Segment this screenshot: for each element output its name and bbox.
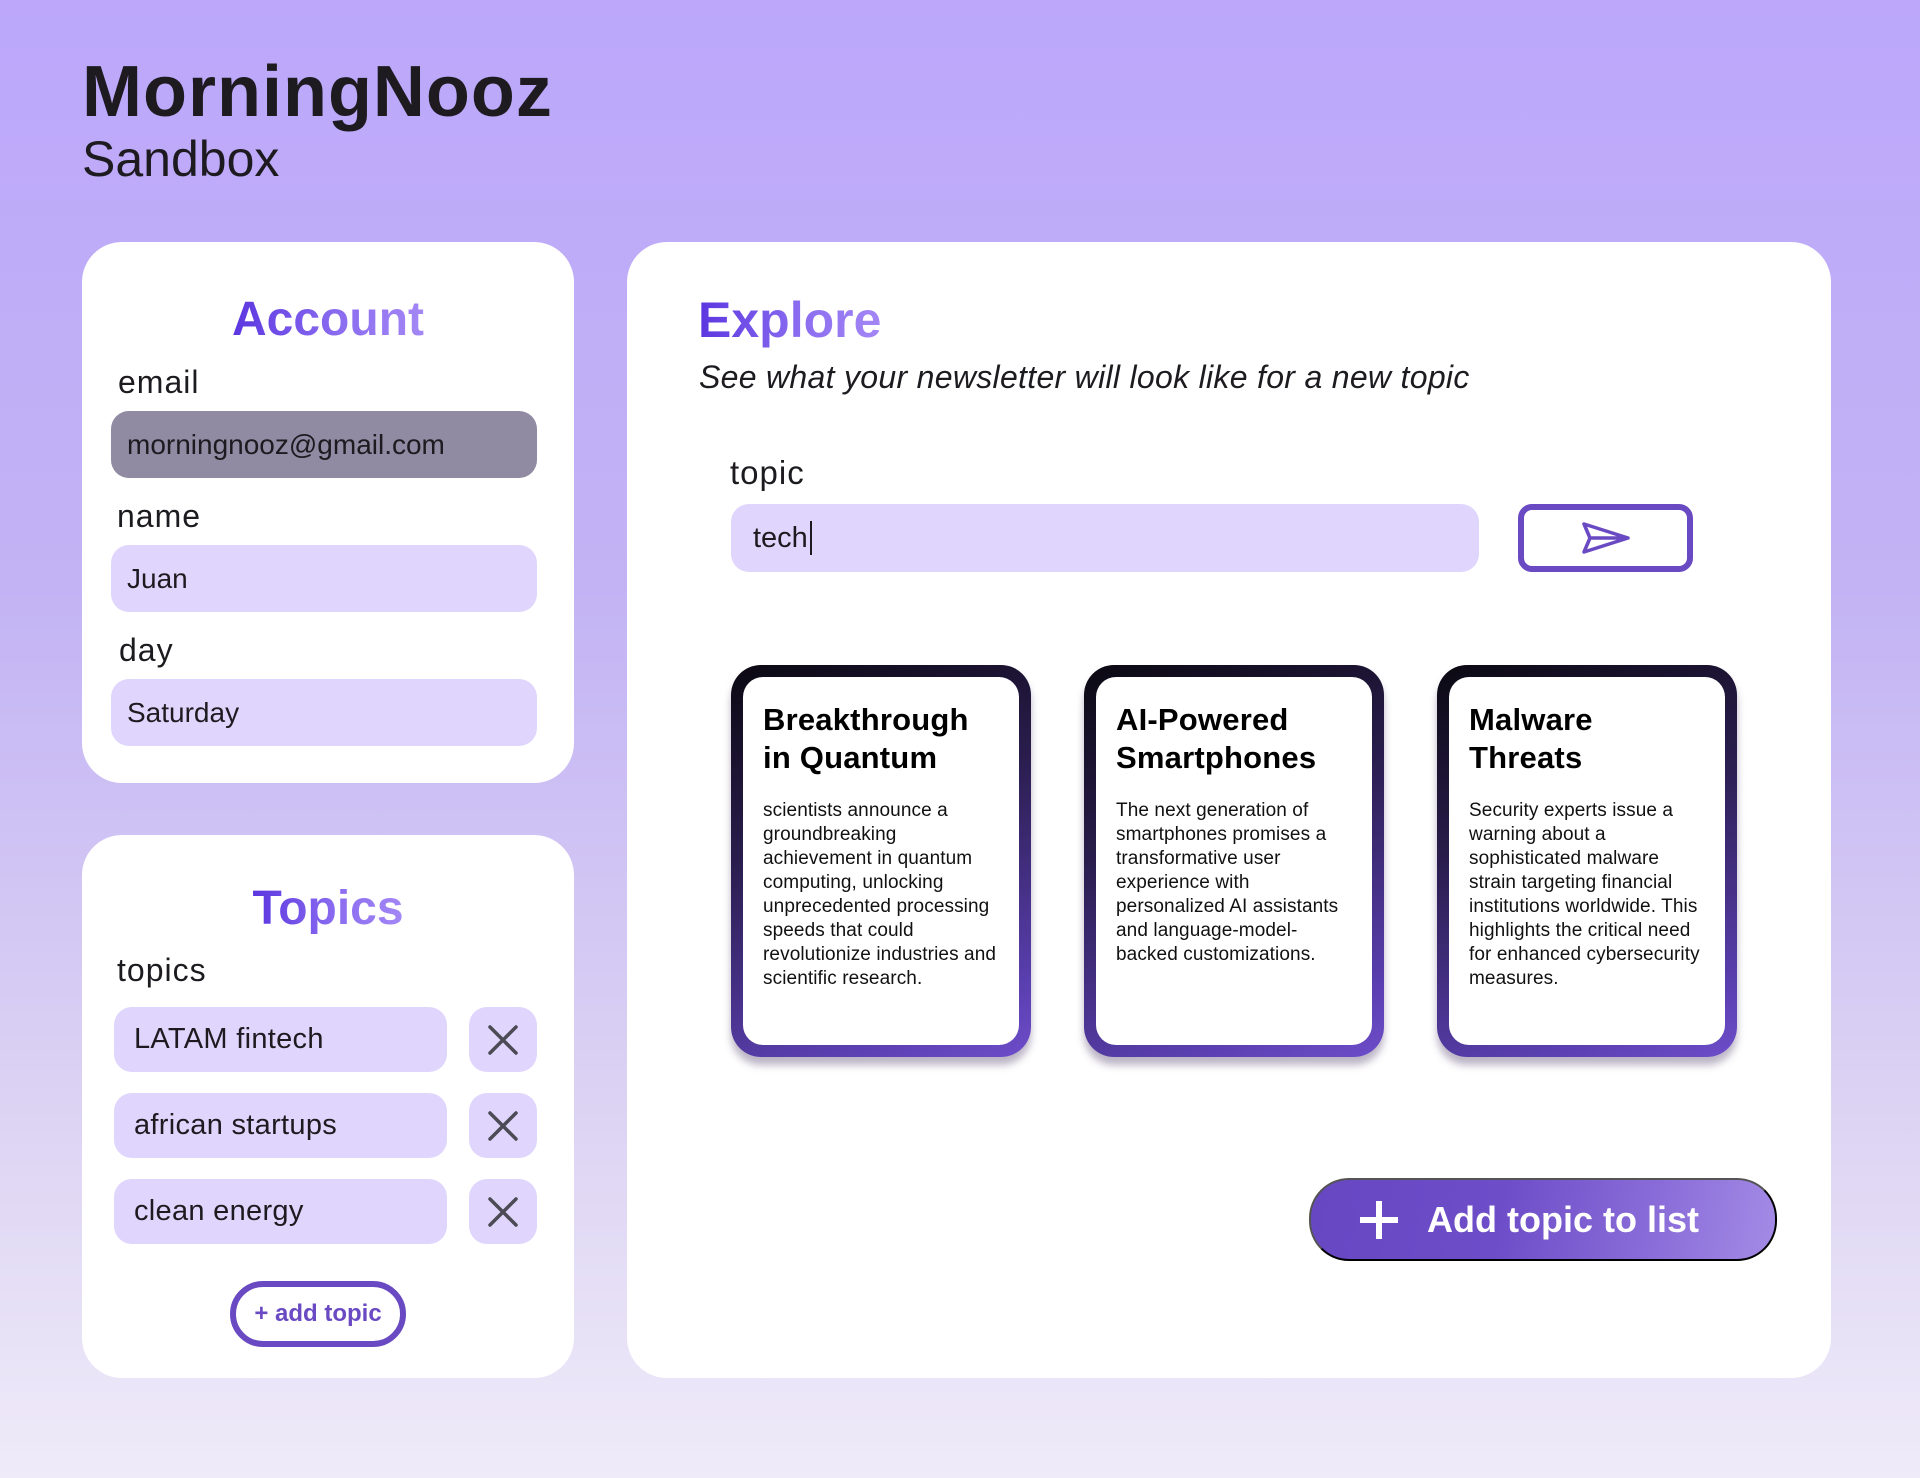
topic-chip[interactable]: LATAM fintech (114, 1007, 447, 1072)
topic-label: topic (730, 454, 805, 491)
news-card-body: Security experts issue a warning about a… (1469, 800, 1700, 989)
remove-topic-button[interactable] (469, 1093, 537, 1158)
add-topic-button[interactable]: + add topic (230, 1281, 406, 1347)
remove-topic-button[interactable] (469, 1007, 537, 1072)
name-label: name (117, 498, 202, 534)
topic-chip[interactable]: african startups (114, 1093, 447, 1158)
explore-card: Explore See what your newsletter will lo… (627, 242, 1831, 1378)
add-topic-to-list-label: Add topic to list (1427, 1198, 1699, 1240)
brand-header: MorningNooz Sandbox (82, 52, 553, 188)
topic-row: LATAM fintech (114, 1007, 537, 1072)
email-label: email (118, 364, 200, 400)
add-topic-to-list-button[interactable]: Add topic to list (1309, 1178, 1777, 1261)
topic-row: african startups (114, 1093, 537, 1158)
explore-title-text: Explore (698, 292, 882, 348)
topics-list-label: topics (117, 952, 207, 988)
news-card-body: scientists announce a groundbreaking ach… (763, 800, 997, 989)
topic-input[interactable]: tech (731, 504, 1479, 572)
news-card-body: The next generation of smartphones promi… (1116, 800, 1339, 965)
topic-chip[interactable]: clean energy (114, 1179, 447, 1244)
news-card[interactable]: Breakthrough in Quantum scientists annou… (731, 665, 1031, 1057)
topic-row: clean energy (114, 1179, 537, 1244)
news-card-content: Malware Threats Security experts issue a… (1449, 677, 1725, 1045)
news-card-title: Breakthrough in Quantum (763, 702, 969, 775)
topics-title: Topics (82, 881, 574, 937)
close-icon (488, 1024, 518, 1055)
account-title-text: Account (232, 293, 424, 346)
topic-input-value: tech (753, 521, 808, 554)
app-title: MorningNooz (82, 52, 553, 132)
topics-title-text: Topics (252, 882, 404, 935)
day-label: day (119, 632, 174, 668)
close-icon (488, 1196, 518, 1227)
email-field: morningnooz@gmail.com (111, 411, 537, 478)
explore-subtitle: See what your newsletter will look like … (699, 359, 1470, 395)
name-field[interactable]: Juan (111, 545, 537, 612)
news-card-title: AI-Powered Smartphones (1116, 702, 1317, 775)
news-card-content: AI-Powered Smartphones The next generati… (1096, 677, 1372, 1045)
plus-icon (1357, 1198, 1401, 1242)
close-icon (488, 1110, 518, 1141)
news-card[interactable]: Malware Threats Security experts issue a… (1437, 665, 1737, 1057)
account-card: Account email morningnooz@gmail.com name… (82, 242, 574, 783)
remove-topic-button[interactable] (469, 1179, 537, 1244)
topics-card: Topics topics LATAM fintech african star… (82, 835, 574, 1378)
account-title: Account (82, 292, 574, 348)
day-field[interactable]: Saturday (111, 679, 537, 746)
news-card-title: Malware Threats (1469, 702, 1593, 775)
send-button[interactable] (1518, 504, 1693, 572)
explore-title: Explore (698, 292, 881, 348)
app-subtitle: Sandbox (82, 131, 280, 187)
send-icon (1581, 522, 1630, 554)
news-card[interactable]: AI-Powered Smartphones The next generati… (1084, 665, 1384, 1057)
text-caret (809, 521, 812, 555)
news-card-content: Breakthrough in Quantum scientists annou… (743, 677, 1019, 1045)
